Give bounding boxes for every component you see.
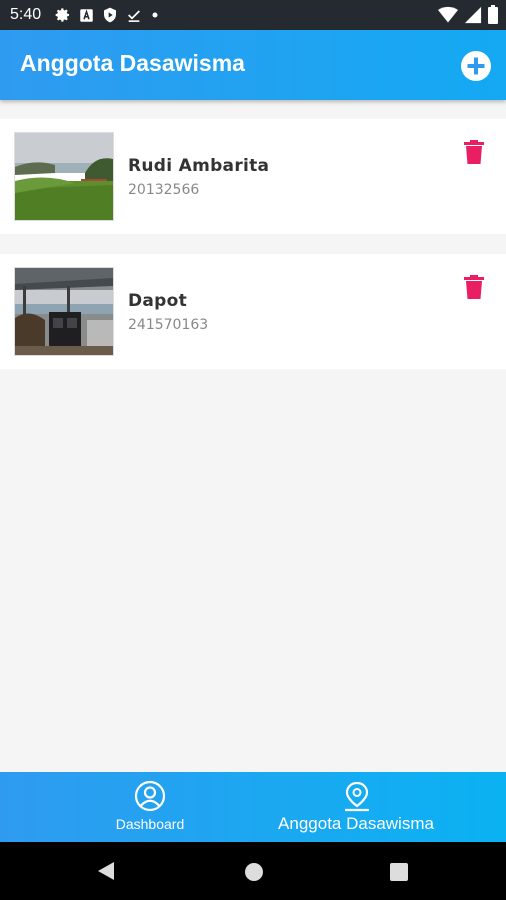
bottom-nav: Dashboard Anggota Dasawisma	[0, 772, 506, 842]
member-name: Dapot	[128, 291, 188, 311]
status-bar: 5:40	[0, 0, 506, 30]
location-pin-icon	[345, 781, 369, 812]
member-name: Rudi Ambarita	[128, 156, 270, 176]
person-circle-icon	[134, 780, 166, 812]
nav-dashboard[interactable]: Dashboard	[90, 772, 210, 842]
status-icons-left	[55, 7, 160, 23]
page-title: Anggota Dasawisma	[20, 50, 245, 76]
nav-anggota-dasawisma[interactable]: Anggota Dasawisma	[256, 772, 456, 842]
wifi-icon	[438, 6, 458, 22]
settings-icon	[55, 8, 70, 22]
list-item[interactable]: Dapot 241570163	[0, 254, 506, 369]
shield-play-icon	[104, 7, 117, 23]
delete-icon[interactable]	[464, 140, 484, 164]
a-box-icon	[80, 8, 93, 22]
system-nav-bar	[0, 842, 506, 900]
signal-icon	[464, 6, 482, 23]
battery-icon	[488, 5, 498, 24]
app-bar: Anggota Dasawisma	[0, 30, 506, 100]
add-member-button[interactable]	[460, 50, 492, 82]
member-photo	[14, 132, 114, 221]
delete-icon[interactable]	[464, 275, 484, 299]
nav-label: Dashboard	[115, 816, 185, 832]
member-id: 241570163	[128, 317, 209, 333]
nav-label: Anggota Dasawisma	[278, 814, 434, 833]
back-icon[interactable]	[96, 861, 116, 881]
member-photo	[14, 267, 114, 356]
status-time: 5:40	[10, 6, 42, 23]
home-icon[interactable]	[244, 862, 264, 882]
status-icons-right	[438, 5, 498, 24]
dot-icon	[152, 12, 158, 18]
list-item[interactable]: Rudi Ambarita 20132566	[0, 119, 506, 234]
recents-icon[interactable]	[390, 863, 408, 881]
member-id: 20132566	[128, 182, 200, 198]
download-done-icon	[128, 10, 141, 22]
